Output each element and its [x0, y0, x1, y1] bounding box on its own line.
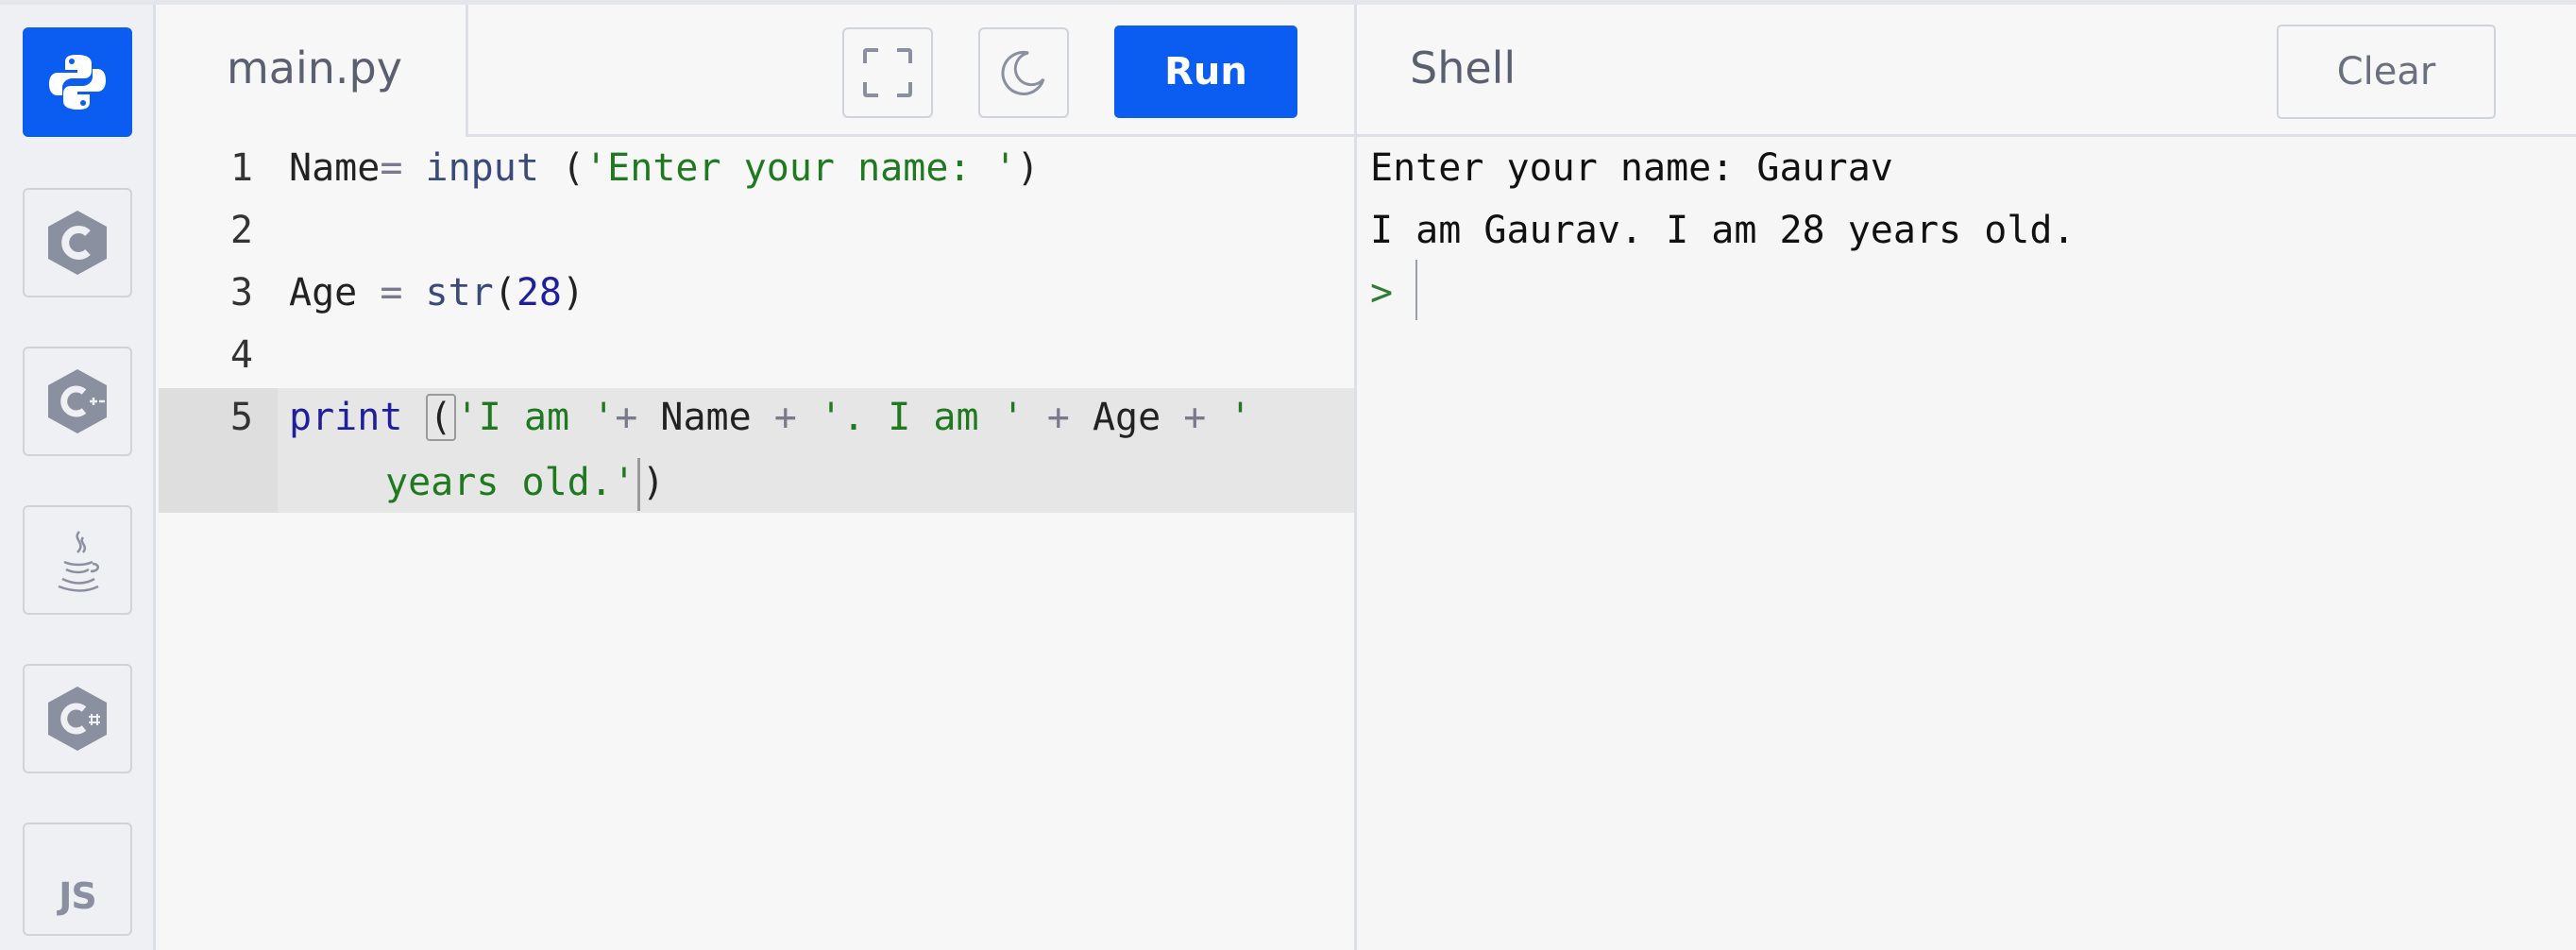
fullscreen-icon	[863, 48, 912, 97]
line-number: 1	[229, 146, 253, 190]
shell-prompt: >	[1370, 271, 1394, 314]
clear-button[interactable]: Clear	[2277, 25, 2496, 119]
file-tab-label: main.py	[227, 42, 402, 93]
moon-icon	[1001, 50, 1045, 95]
editor-header: main.py Run	[159, 5, 1354, 137]
code-line-3[interactable]: Age = str(28)	[289, 271, 585, 314]
shell-output-line: I am Gaurav. I am 28 years old.	[1370, 209, 2076, 252]
theme-toggle-button[interactable]	[978, 27, 1069, 118]
text-cursor	[636, 458, 640, 511]
c-language-button[interactable]	[23, 188, 132, 297]
javascript-language-button[interactable]: JS	[23, 823, 132, 936]
code-line-5-wrap[interactable]: years old.')	[385, 458, 665, 511]
java-icon	[58, 531, 99, 592]
shell-header: Shell Clear	[1354, 5, 2576, 137]
matched-bracket: (	[425, 394, 456, 441]
c-icon	[48, 211, 107, 275]
shell-title: Shell	[1410, 42, 1517, 93]
cpp-icon	[48, 369, 107, 433]
js-icon: JS	[59, 875, 97, 917]
code-line-5[interactable]: print ('I am '+ Name + '. I am ' + Age +…	[289, 394, 1252, 441]
shell-output[interactable]: Enter your name: Gaurav I am Gaurav. I a…	[1354, 137, 2576, 950]
java-language-button[interactable]	[23, 505, 132, 615]
csharp-language-button[interactable]	[23, 664, 132, 773]
line-number: 4	[229, 333, 253, 377]
run-button[interactable]: Run	[1114, 25, 1297, 118]
csharp-icon	[48, 687, 107, 751]
python-language-button[interactable]	[23, 27, 132, 137]
file-tab[interactable]: main.py	[159, 5, 468, 137]
line-number: 2	[229, 209, 253, 252]
python-icon	[49, 55, 106, 110]
line-number: 3	[229, 271, 253, 314]
code-editor[interactable]: 1 2 3 4 5 Name= input ('Enter your name:…	[159, 137, 1354, 950]
fullscreen-button[interactable]	[842, 27, 933, 118]
code-line-1[interactable]: Name= input ('Enter your name: ')	[289, 146, 1040, 190]
shell-input-cursor[interactable]	[1415, 260, 1417, 320]
shell-output-line: Enter your name: Gaurav	[1370, 146, 1893, 190]
line-number: 5	[229, 396, 253, 439]
language-sidebar: JS	[0, 5, 156, 950]
cpp-language-button[interactable]	[23, 347, 132, 456]
